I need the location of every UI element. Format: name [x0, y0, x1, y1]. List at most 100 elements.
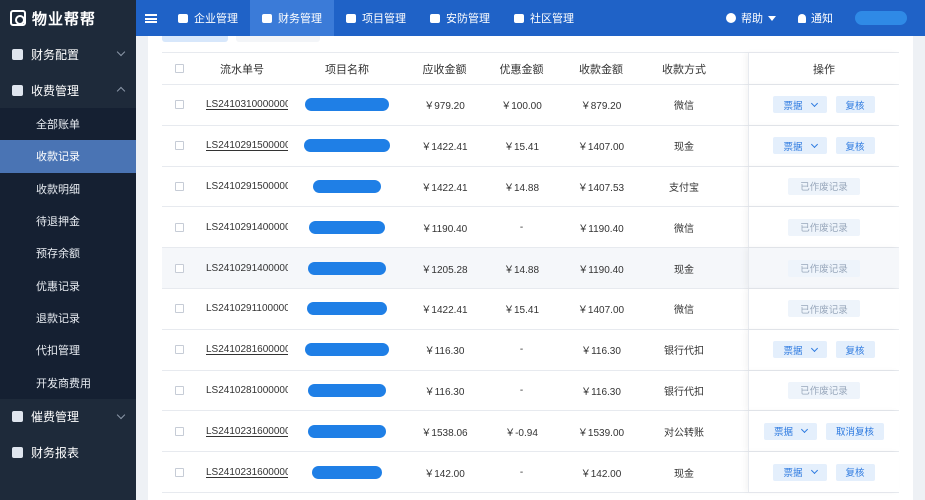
row-checkbox-cell [162, 467, 196, 477]
select-all-checkbox[interactable] [174, 64, 184, 73]
record-id: LS24102914000002 [206, 262, 288, 274]
receipt-dropdown-button[interactable]: 票据 [773, 96, 827, 114]
bell-icon [798, 13, 806, 23]
payment-method: 银行代扣 [664, 346, 704, 358]
payment-method: 现金 [674, 142, 694, 154]
voided-record-button[interactable]: 已作废记录 [788, 259, 860, 277]
project-name-redacted [304, 139, 390, 153]
nav-tab-finance[interactable]: 财务管理 [250, 0, 334, 36]
sidebar-item-discount-records[interactable]: 优惠记录 [0, 269, 136, 301]
row-checkbox[interactable] [174, 385, 184, 395]
record-id[interactable]: LS24103100000001 [206, 99, 288, 110]
sidebar-item-label: 收款记录 [36, 151, 80, 164]
due-amount: ￥1422.41 [421, 142, 468, 154]
voided-record-button[interactable]: 已作废记录 [788, 177, 860, 195]
nav-tab-label: 安防管理 [446, 13, 490, 25]
project-name-cell [288, 302, 406, 316]
nav-tab-community[interactable]: 社区管理 [502, 0, 586, 36]
row-checkbox[interactable] [174, 304, 184, 314]
record-id-cell[interactable]: LS24103100000001 [196, 99, 288, 110]
receipt-label: 票据 [783, 100, 803, 112]
review-button[interactable]: 复核 [835, 341, 875, 359]
nav-tab-enterprise[interactable]: 企业管理 [166, 0, 250, 36]
user-avatar-redacted[interactable] [855, 11, 907, 25]
record-id-cell[interactable]: LS24102915000005 [196, 140, 288, 151]
record-id-cell: LS24102810000001 [196, 385, 288, 396]
voided-record-button[interactable]: 已作废记录 [788, 300, 860, 318]
app-logo[interactable]: 物业帮帮 [0, 0, 136, 36]
logo-text: 物业帮帮 [32, 10, 97, 28]
payment-method: 对公转账 [664, 427, 704, 439]
receipt-label: 票据 [783, 468, 803, 480]
record-id-cell[interactable]: LS24102816000002 [196, 344, 288, 355]
sidebar-item-payment-details[interactable]: 收款明细 [0, 173, 136, 205]
sidebar-item-prepaid-balance[interactable]: 预存余额 [0, 237, 136, 269]
sidebar-group-label: 收费管理 [31, 83, 80, 98]
sidebar-group-charge[interactable]: 收费管理 [0, 72, 136, 108]
sidebar-item-withhold[interactable]: 代扣管理 [0, 334, 136, 366]
record-id[interactable]: LS24102316000003 [206, 467, 288, 478]
caret-down-icon [768, 15, 776, 21]
sidebar-group-finance-config[interactable]: 财务配置 [0, 36, 136, 72]
sidebar-item-developer-fees[interactable]: 开发商费用 [0, 366, 136, 398]
row-actions: 已作废记录 [748, 207, 899, 248]
help-menu[interactable]: 帮助 [726, 10, 776, 26]
voided-record-button[interactable]: 已作废记录 [788, 381, 860, 399]
row-checkbox[interactable] [174, 100, 184, 110]
discount-amount: - [519, 384, 524, 396]
top-navbar: 企业管理 财务管理 项目管理 安防管理 社区管理 帮助 通知 [136, 0, 925, 36]
sidebar-item-payment-records[interactable]: 收款记录 [0, 140, 136, 173]
record-id[interactable]: LS24102915000005 [206, 140, 288, 151]
row-checkbox[interactable] [174, 141, 184, 151]
payment-method: 银行代扣 [664, 386, 704, 398]
row-checkbox[interactable] [174, 345, 184, 355]
due-amount: ￥1190.40 [421, 223, 468, 235]
row-checkbox[interactable] [174, 467, 184, 477]
toolbar-button-primary[interactable] [162, 36, 228, 42]
row-actions: 已作废记录 [748, 248, 899, 288]
nav-tab-project[interactable]: 项目管理 [334, 0, 418, 36]
receipt-dropdown-button[interactable]: 票据 [773, 341, 827, 359]
sidebar-item-refund-records[interactable]: 退款记录 [0, 302, 136, 334]
sidebar-group-report[interactable]: 财务报表 [0, 435, 136, 471]
row-actions: 票据 取消复核 [748, 411, 899, 452]
review-button[interactable]: 取消复核 [826, 422, 885, 440]
sidebar-item-label: 全部账单 [36, 119, 80, 132]
receipt-label: 票据 [783, 345, 803, 357]
review-button[interactable]: 复核 [835, 96, 875, 114]
review-button[interactable]: 复核 [835, 463, 875, 481]
receipt-dropdown-button[interactable]: 票据 [763, 422, 817, 440]
receipt-dropdown-button[interactable]: 票据 [773, 463, 827, 481]
row-checkbox[interactable] [174, 222, 184, 232]
record-id[interactable]: LS24102816000002 [206, 344, 288, 355]
sidebar-item-pending-deposit[interactable]: 待退押金 [0, 205, 136, 237]
record-id[interactable]: LS24102316000004 [206, 426, 288, 437]
receipt-dropdown-button[interactable]: 票据 [773, 137, 827, 155]
help-icon [726, 13, 736, 23]
voided-record-button[interactable]: 已作废记录 [788, 218, 860, 236]
notification-button[interactable]: 通知 [798, 10, 833, 26]
project-name-cell [288, 220, 406, 234]
due-amount: ￥142.00 [424, 468, 465, 480]
received-amount: ￥1407.00 [577, 305, 625, 317]
record-id-cell[interactable]: LS24102316000003 [196, 467, 288, 478]
nav-tab-label: 企业管理 [194, 13, 238, 25]
row-checkbox[interactable] [174, 181, 184, 191]
sidebar-group-reminder[interactable]: 催费管理 [0, 399, 136, 435]
table-row: LS24102915000005 ￥1422.41 ￥15.41 ￥1407.0… [162, 125, 899, 167]
menu-toggle-icon[interactable] [136, 13, 166, 23]
due-amount: ￥1538.06 [421, 427, 468, 439]
record-id-cell: LS24102914000002 [196, 263, 288, 274]
records-panel: 流水单号 项目名称 应收金额 优惠金额 收款金额 收款方式 操作 LS24103… [148, 36, 913, 500]
record-id-cell: LS24102914000003 [196, 222, 288, 233]
row-checkbox[interactable] [174, 426, 184, 436]
nav-tab-label: 社区管理 [530, 13, 574, 25]
record-id: LS24102911000001 [206, 303, 288, 315]
row-checkbox-cell [162, 345, 196, 355]
sidebar-item-all-bills[interactable]: 全部账单 [0, 108, 136, 140]
record-id-cell[interactable]: LS24102316000004 [196, 426, 288, 437]
toolbar-button-secondary[interactable] [236, 36, 320, 42]
review-button[interactable]: 复核 [835, 137, 875, 155]
row-checkbox[interactable] [174, 263, 184, 273]
nav-tab-security[interactable]: 安防管理 [418, 0, 502, 36]
